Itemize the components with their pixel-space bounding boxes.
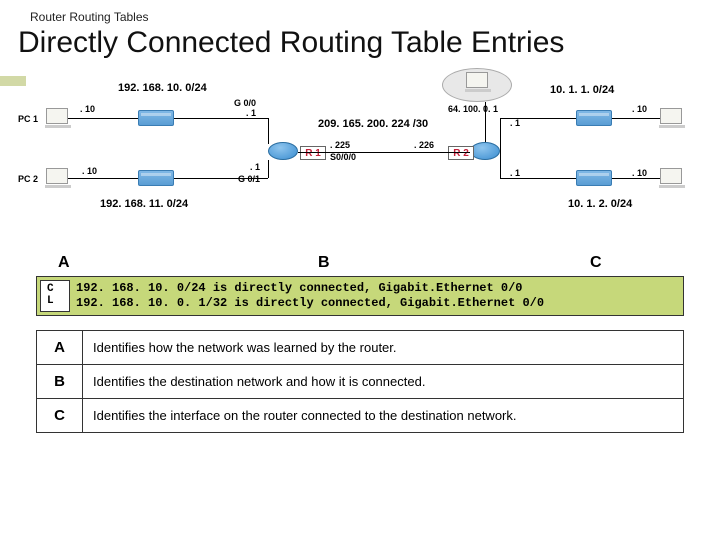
switch-top-right <box>576 110 612 126</box>
row-key: B <box>37 365 83 399</box>
g01-dot1: . 1 <box>250 162 260 172</box>
d225: . 225 <box>330 140 350 150</box>
link <box>500 118 501 178</box>
link <box>68 118 138 119</box>
g00-label: G 0/0 <box>234 98 256 108</box>
pc1-label: PC 1 <box>18 114 38 124</box>
d226: . 226 <box>414 140 434 150</box>
link <box>174 178 268 179</box>
cloud-label: 64. 100. 0. 1 <box>448 104 498 114</box>
col-label-c: C <box>590 254 602 272</box>
row-key: C <box>37 399 83 433</box>
row-text: Identifies the destination network and h… <box>83 365 684 399</box>
table-row: B Identifies the destination network and… <box>37 365 684 399</box>
net-top-left: 192. 168. 10. 0/24 <box>118 82 207 94</box>
table-row: A Identifies how the network was learned… <box>37 331 684 365</box>
router-r2-icon <box>470 142 500 160</box>
net-right: 10. 1. 1. 0/24 <box>550 84 614 96</box>
table-row: C Identifies the interface on the router… <box>37 399 684 433</box>
pc-right-top-addr: . 10 <box>632 104 647 114</box>
link <box>268 160 269 178</box>
cloud-pc-icon <box>466 72 488 88</box>
col-label-b: B <box>318 254 330 272</box>
page-title: Directly Connected Routing Table Entries <box>0 26 720 68</box>
switch-top-left <box>138 110 174 126</box>
pc-right-bottom-icon <box>660 168 682 184</box>
row-text: Identifies how the network was learned b… <box>83 331 684 365</box>
s000-label: S0/0/0 <box>330 152 356 162</box>
pc1-addr: . 10 <box>80 104 95 114</box>
pc-right-bottom-addr: . 10 <box>632 168 647 178</box>
g01-label: G 0/1 <box>238 174 260 184</box>
net-bottom-left: 192. 168. 11. 0/24 <box>100 198 188 210</box>
link <box>612 178 660 179</box>
route-code-c: C <box>47 283 63 295</box>
switch-bottom-left <box>138 170 174 186</box>
d1a: . 1 <box>510 118 520 128</box>
switch-bottom-right <box>576 170 612 186</box>
row-text: Identifies the interface on the router c… <box>83 399 684 433</box>
link <box>174 118 268 119</box>
router-output-block: A B C C L 192. 168. 10. 0/24 is directly… <box>36 254 684 316</box>
wan-label: 209. 165. 200. 224 /30 <box>318 118 428 130</box>
link <box>612 118 660 119</box>
breadcrumb: Router Routing Tables <box>0 0 720 26</box>
route-codes: C L <box>40 280 70 312</box>
link <box>68 178 138 179</box>
g00-dot1: . 1 <box>246 108 256 118</box>
route-lines: 192. 168. 10. 0/24 is directly connected… <box>76 281 544 311</box>
link <box>268 118 269 144</box>
link <box>500 118 576 119</box>
router-r1-label: R 1 <box>300 146 326 160</box>
pc2-addr: . 10 <box>82 166 97 176</box>
network-diagram: 64. 100. 0. 1 192. 168. 10. 0/24 10. 1. … <box>10 68 710 248</box>
row-key: A <box>37 331 83 365</box>
route-line-2: 192. 168. 10. 0. 1/32 is directly connec… <box>76 296 544 311</box>
pc1-icon <box>46 108 68 124</box>
pc2-icon <box>46 168 68 184</box>
abc-header: A B C <box>36 254 684 276</box>
pc2-label: PC 2 <box>18 174 38 184</box>
router-r2-label: R 2 <box>448 146 474 160</box>
link <box>485 102 486 142</box>
link <box>500 178 576 179</box>
code-box: C L 192. 168. 10. 0/24 is directly conne… <box>36 276 684 316</box>
d1b: . 1 <box>510 168 520 178</box>
link <box>298 152 470 153</box>
route-line-1: 192. 168. 10. 0/24 is directly connected… <box>76 281 544 296</box>
description-table: A Identifies how the network was learned… <box>36 330 684 433</box>
net-bottom-right: 10. 1. 2. 0/24 <box>568 198 632 210</box>
route-code-l: L <box>47 295 63 307</box>
col-label-a: A <box>58 254 70 272</box>
pc-right-top-icon <box>660 108 682 124</box>
router-r1-icon <box>268 142 298 160</box>
